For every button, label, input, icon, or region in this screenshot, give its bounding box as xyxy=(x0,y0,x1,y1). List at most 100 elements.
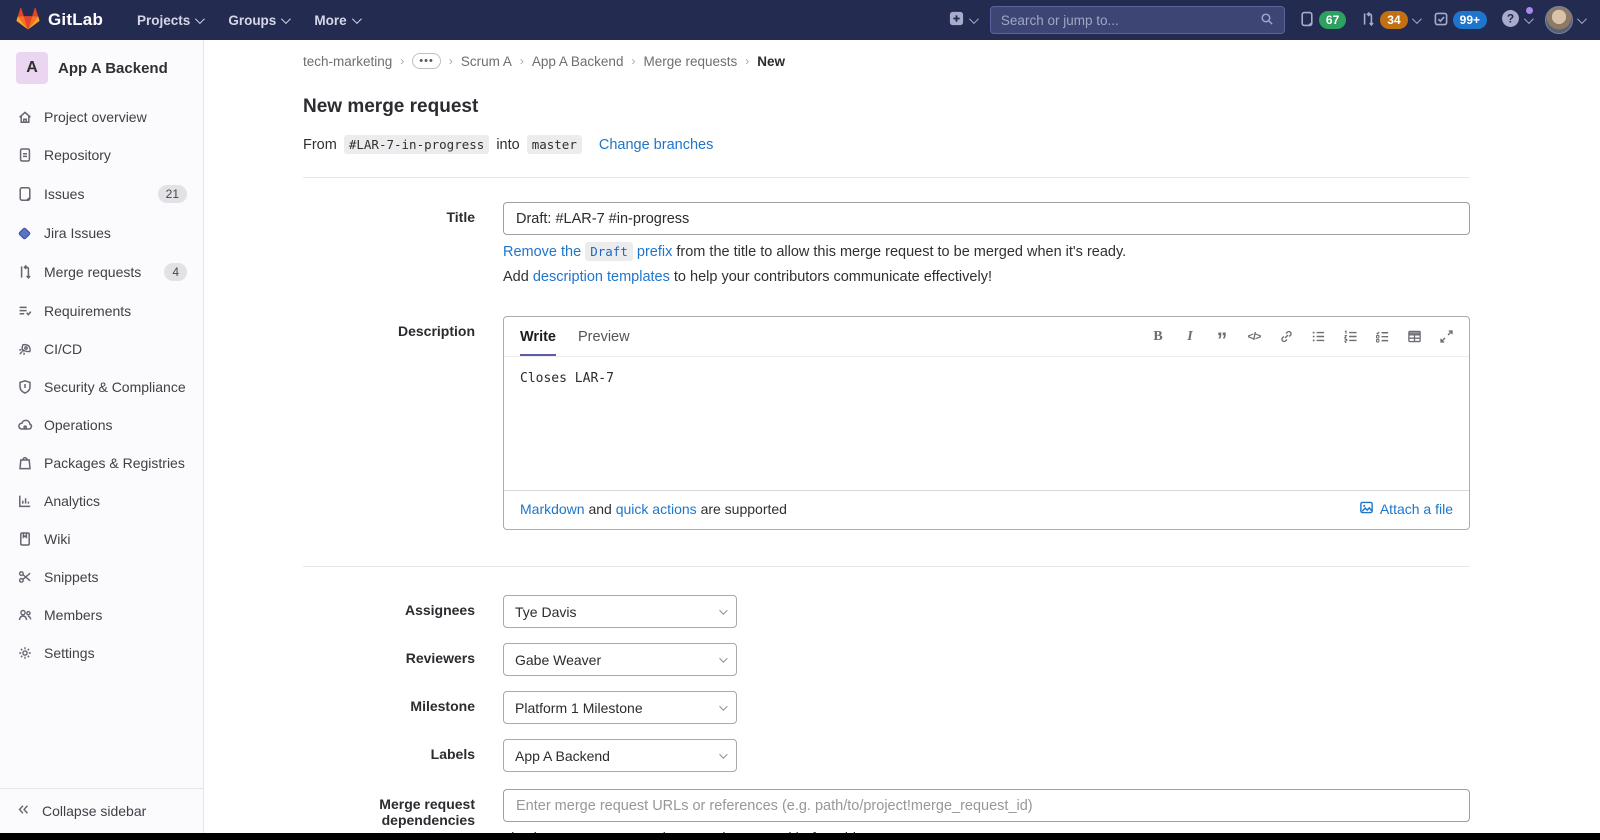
chevron-down-icon xyxy=(719,702,727,710)
target-branch-chip: master xyxy=(527,135,582,154)
nav-todos-button[interactable]: 99+ xyxy=(1433,11,1487,30)
tab-preview[interactable]: Preview xyxy=(578,317,630,356)
breadcrumb-project[interactable]: App A Backend xyxy=(532,54,624,69)
description-templates-link[interactable]: description templates xyxy=(533,269,670,285)
issues-icon xyxy=(1299,11,1315,30)
chevron-down-icon xyxy=(719,654,727,662)
task-list-button[interactable] xyxy=(1369,324,1395,350)
dependencies-input[interactable] xyxy=(503,789,1470,822)
help-menu-button[interactable]: ? xyxy=(1501,9,1531,31)
sidebar-nav: Project overview Repository Issues 21 Ji… xyxy=(0,94,203,788)
gitlab-app: GitLab Projects Groups More xyxy=(0,0,1600,833)
todos-count-badge: 99+ xyxy=(1453,11,1487,29)
sidebar-item-project-overview[interactable]: Project overview xyxy=(0,98,203,136)
sidebar-item-members[interactable]: Members xyxy=(0,596,203,634)
italic-button[interactable]: I xyxy=(1177,324,1203,350)
tab-write[interactable]: Write xyxy=(520,317,556,356)
attach-file-button[interactable]: Attach a file xyxy=(1359,500,1453,518)
chevron-down-icon xyxy=(969,14,979,24)
sidebar-item-security-compliance[interactable]: Security & Compliance xyxy=(0,368,203,406)
reviewers-label: Reviewers xyxy=(303,643,475,676)
description-textarea[interactable]: Closes LAR-7 xyxy=(504,357,1469,487)
sidebar-item-packages-registries[interactable]: Packages & Registries xyxy=(0,444,203,482)
sidebar-item-analytics[interactable]: Analytics xyxy=(0,482,203,520)
sidebar-item-snippets[interactable]: Snippets xyxy=(0,558,203,596)
markdown-editor: Write Preview B I ” </> xyxy=(503,316,1470,530)
global-search[interactable] xyxy=(990,6,1285,34)
sidebar-item-merge-requests[interactable]: Merge requests 4 xyxy=(0,252,203,292)
nav-merge-requests-button[interactable]: 34 xyxy=(1360,11,1418,30)
project-context-header[interactable]: A App A Backend xyxy=(0,40,203,94)
page-title: New merge request xyxy=(303,96,1470,118)
tanuki-icon xyxy=(16,7,40,33)
quote-button[interactable]: ” xyxy=(1209,324,1235,350)
sidebar-item-issues[interactable]: Issues 21 xyxy=(0,174,203,214)
issues-count-badge: 67 xyxy=(1319,11,1346,29)
package-icon xyxy=(16,455,33,471)
numbered-list-button[interactable] xyxy=(1337,324,1363,350)
assignees-dropdown[interactable]: Tye Davis xyxy=(503,595,737,628)
bulleted-list-button[interactable] xyxy=(1305,324,1331,350)
editor-footer: Markdown and quick actions are supported… xyxy=(504,491,1469,529)
nav-menu-groups[interactable]: Groups xyxy=(218,7,298,34)
collapse-sidebar-button[interactable]: Collapse sidebar xyxy=(0,788,203,833)
dependencies-label: Merge request dependencies xyxy=(303,789,475,833)
assignees-label: Assignees xyxy=(303,595,475,628)
question-mark-icon: ? xyxy=(1501,9,1520,31)
search-input[interactable] xyxy=(1001,13,1252,28)
chevron-down-icon xyxy=(1577,14,1587,24)
link-button[interactable] xyxy=(1273,324,1299,350)
project-sidebar: A App A Backend Project overview Reposit… xyxy=(0,40,204,833)
reviewers-dropdown[interactable]: Gabe Weaver xyxy=(503,643,737,676)
divider xyxy=(303,566,1470,567)
scissors-icon xyxy=(16,569,33,585)
chevron-down-icon xyxy=(719,750,727,758)
milestone-dropdown[interactable]: Platform 1 Milestone xyxy=(503,691,737,724)
book-icon xyxy=(16,531,33,547)
breadcrumb-merge-requests[interactable]: Merge requests xyxy=(643,54,737,69)
user-menu-button[interactable] xyxy=(1545,6,1584,34)
nav-issues-button[interactable]: 67 xyxy=(1299,11,1346,30)
title-label: Title xyxy=(303,202,475,285)
gitlab-logo[interactable]: GitLab xyxy=(16,7,103,33)
breadcrumb-subgroup[interactable]: Scrum A xyxy=(461,54,512,69)
sidebar-item-cicd[interactable]: CI/CD xyxy=(0,330,203,368)
title-input[interactable] xyxy=(503,202,1470,235)
sidebar-item-repository[interactable]: Repository xyxy=(0,136,203,174)
breadcrumb-separator: › xyxy=(400,54,404,68)
breadcrumb-separator: › xyxy=(745,54,749,68)
nav-menu-projects[interactable]: Projects xyxy=(127,7,212,34)
rocket-icon xyxy=(16,341,33,357)
markdown-link[interactable]: Markdown xyxy=(520,501,585,517)
issues-icon xyxy=(16,186,33,202)
bold-button[interactable]: B xyxy=(1145,324,1171,350)
issues-count-badge: 21 xyxy=(158,185,187,203)
breadcrumb-ellipsis[interactable]: ••• xyxy=(412,53,441,69)
remove-draft-link[interactable]: Remove the Draft prefix xyxy=(503,244,672,260)
logo-wordmark: GitLab xyxy=(48,10,103,30)
sidebar-item-operations[interactable]: Operations xyxy=(0,406,203,444)
jira-icon xyxy=(16,226,33,241)
nav-menu-more[interactable]: More xyxy=(304,7,368,34)
top-navbar: GitLab Projects Groups More xyxy=(0,0,1600,40)
double-chevron-left-icon xyxy=(16,802,31,820)
breadcrumb-group[interactable]: tech-marketing xyxy=(303,54,392,69)
table-button[interactable] xyxy=(1401,324,1427,350)
sidebar-item-jira-issues[interactable]: Jira Issues xyxy=(0,214,203,252)
change-branches-link[interactable]: Change branches xyxy=(599,137,713,153)
chevron-down-icon xyxy=(1524,14,1534,24)
new-menu-button[interactable] xyxy=(948,10,976,30)
chevron-down-icon xyxy=(1412,14,1422,24)
fullscreen-button[interactable] xyxy=(1433,324,1459,350)
sidebar-item-wiki[interactable]: Wiki xyxy=(0,520,203,558)
description-label: Description xyxy=(303,316,475,530)
quick-actions-link[interactable]: quick actions xyxy=(616,501,697,517)
breadcrumb-separator: › xyxy=(631,54,635,68)
code-button[interactable]: </> xyxy=(1241,324,1267,350)
search-icon xyxy=(1260,12,1274,29)
draft-help-text: Remove the Draft prefix from the title t… xyxy=(503,244,1470,260)
sidebar-item-settings[interactable]: Settings xyxy=(0,634,203,672)
sidebar-item-requirements[interactable]: Requirements xyxy=(0,292,203,330)
labels-dropdown[interactable]: App A Backend xyxy=(503,739,737,772)
home-icon xyxy=(16,109,33,125)
